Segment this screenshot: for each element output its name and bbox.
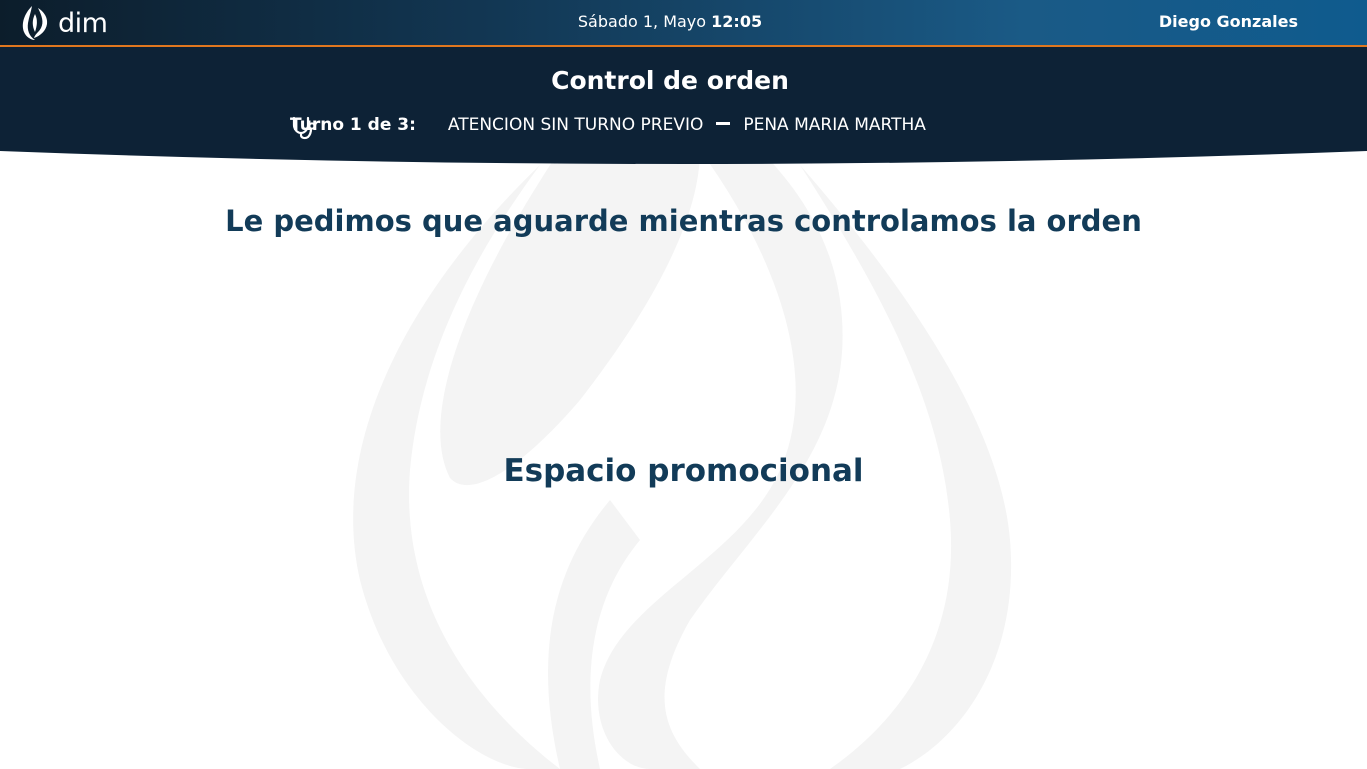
top-bar: dim Sábado 1, Mayo 12:05 Diego Gonzales [0,0,1367,47]
wait-message: Le pedimos que aguarde mientras controla… [225,204,1142,238]
header-background [0,47,1367,164]
page-title: Control de orden [551,66,789,95]
page-header: Control de orden Turno 1 de 3: ATENCION … [0,47,1367,165]
patient-name: PENA MARIA MARTHA [743,115,926,135]
user-name[interactable]: Diego Gonzales [1159,12,1298,31]
separator-dash [716,121,731,125]
turno-info: Turno 1 de 3: ATENCION SIN TURNO PREVIO … [290,115,926,140]
turno-type: ATENCION SIN TURNO PREVIO [447,115,704,135]
promo-space: Espacio promocional [503,453,864,489]
date-time: Sábado 1, Mayo 12:05 [0,12,1340,31]
app-screen: dim Sábado 1, Mayo 12:05 Diego Gonzales … [0,0,1367,769]
date-text: Sábado 1, Mayo [577,12,707,31]
stethoscope-icon [292,116,316,140]
time-text: 12:05 [711,12,763,31]
